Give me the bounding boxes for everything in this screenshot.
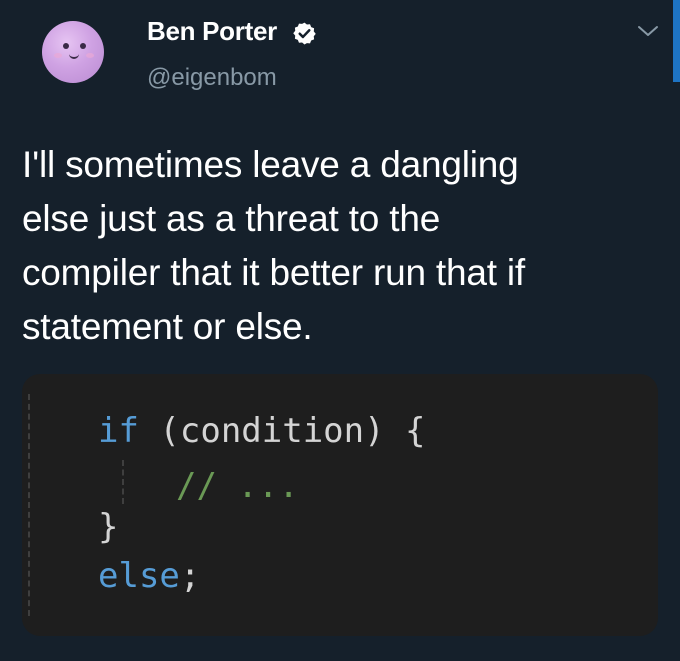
code-condition: (condition) {	[138, 411, 426, 451]
code-screenshot-image[interactable]: if (condition) { // ... } else;	[22, 374, 658, 636]
tweet-text: I'll sometimes leave a dangling else jus…	[22, 138, 662, 354]
chevron-down-icon[interactable]	[636, 22, 660, 40]
verified-badge-icon	[293, 22, 316, 45]
code-keyword-if: if	[98, 411, 139, 451]
avatar-cheek-left	[54, 53, 62, 58]
code-keyword-else: else	[98, 556, 180, 596]
avatar-eye-left	[63, 43, 69, 49]
code-line-if: if (condition) {	[98, 411, 426, 451]
tweet-text-line: else just as a threat to the	[22, 198, 441, 239]
indent-guide	[122, 460, 124, 504]
author-handle[interactable]: @eigenbom	[147, 64, 277, 92]
avatar-cheek-right	[86, 53, 94, 58]
tweet-text-line: I'll sometimes leave a dangling	[22, 144, 519, 185]
code-semicolon: ;	[179, 556, 201, 596]
tweet-text-line: compiler that it better run that if	[22, 252, 526, 293]
avatar-mouth	[69, 52, 79, 59]
code-comment: // ...	[176, 466, 299, 506]
code-line-comment: // ...	[176, 466, 299, 506]
indent-guide	[28, 394, 30, 616]
code-line-close-brace: }	[98, 507, 118, 547]
tweet-text-line: statement or else.	[22, 306, 313, 347]
avatar-eye-right	[80, 43, 86, 49]
code-line-else: else;	[98, 556, 200, 596]
code-close-brace: }	[98, 507, 119, 547]
avatar[interactable]	[42, 21, 104, 83]
scrollbar-thumb[interactable]	[673, 0, 680, 82]
author-display-name[interactable]: Ben Porter	[147, 16, 277, 47]
tweet-card: Ben Porter @eigenbom I'll sometimes leav…	[0, 0, 680, 661]
